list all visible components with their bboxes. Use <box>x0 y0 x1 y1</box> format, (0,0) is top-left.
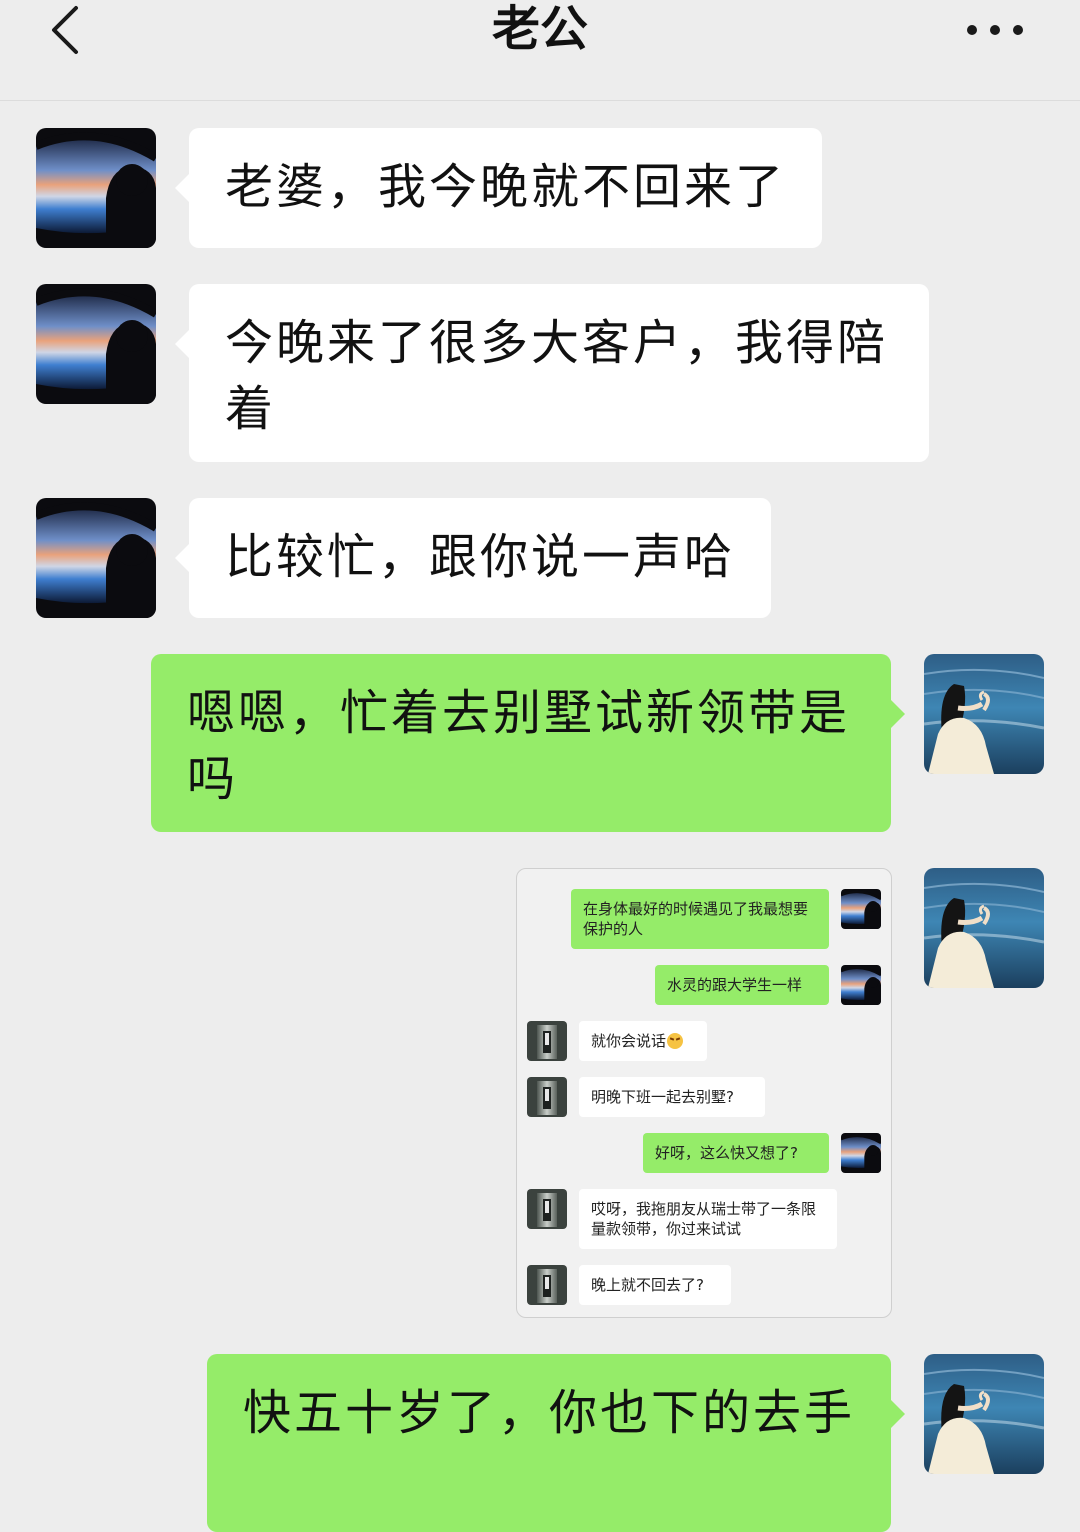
chat-title: 老公 <box>491 1 588 57</box>
screenshot-outgoing-bubble: 水灵的跟大学生一样 <box>655 965 829 1005</box>
incoming-message-bubble[interactable]: 老婆，我今晚就不回来了 <box>175 128 822 248</box>
contact-avatar[interactable] <box>36 498 156 618</box>
screenshot-incoming-bubble: 晚上就不回去了? <box>579 1265 731 1305</box>
contact-avatar[interactable] <box>36 284 156 404</box>
screenshot-avatar <box>527 1077 567 1117</box>
more-dots-icon[interactable] <box>960 18 1030 42</box>
screenshot-incoming-bubble: 哎呀，我拖朋友从瑞士带了一条限量款领带，你过来试试 <box>579 1189 837 1249</box>
self-avatar[interactable] <box>924 1354 1044 1474</box>
screenshot-avatar <box>527 1265 567 1305</box>
outgoing-message-bubble[interactable]: 嗯嗯，忙着去别墅试新领带是吗 <box>151 654 905 832</box>
self-avatar[interactable] <box>924 654 1044 774</box>
screenshot-outgoing-bubble: 好呀，这么快又想了? <box>643 1133 829 1173</box>
screenshot-incoming-bubble: 就你会说话 <box>579 1021 707 1061</box>
shared-screenshot-image[interactable]: 在身体最好的时候遇见了我最想要保护的人 水灵的跟大学生一样 就你会说话 明晚下班… <box>516 868 892 1318</box>
chat-header: 老公 <box>0 0 1080 101</box>
screenshot-avatar <box>841 889 881 929</box>
screenshot-incoming-bubble: 明晚下班一起去别墅? <box>579 1077 765 1117</box>
screenshot-avatar <box>527 1189 567 1229</box>
incoming-message-bubble[interactable]: 今晚来了很多大客户，我得陪着 <box>175 284 929 462</box>
angry-face-emoji <box>667 1033 684 1049</box>
incoming-message-bubble[interactable]: 比较忙，跟你说一声哈 <box>175 498 771 618</box>
screenshot-avatar <box>841 965 881 1005</box>
screenshot-bubble-text: 就你会说话 <box>591 1032 667 1050</box>
screenshot-avatar <box>527 1021 567 1061</box>
outgoing-message-bubble[interactable]: 快五十岁了，你也下的去手 <box>207 1354 905 1532</box>
self-avatar[interactable] <box>924 868 1044 988</box>
screenshot-avatar <box>841 1133 881 1173</box>
contact-avatar[interactable] <box>36 128 156 248</box>
screenshot-outgoing-bubble: 在身体最好的时候遇见了我最想要保护的人 <box>571 889 829 949</box>
